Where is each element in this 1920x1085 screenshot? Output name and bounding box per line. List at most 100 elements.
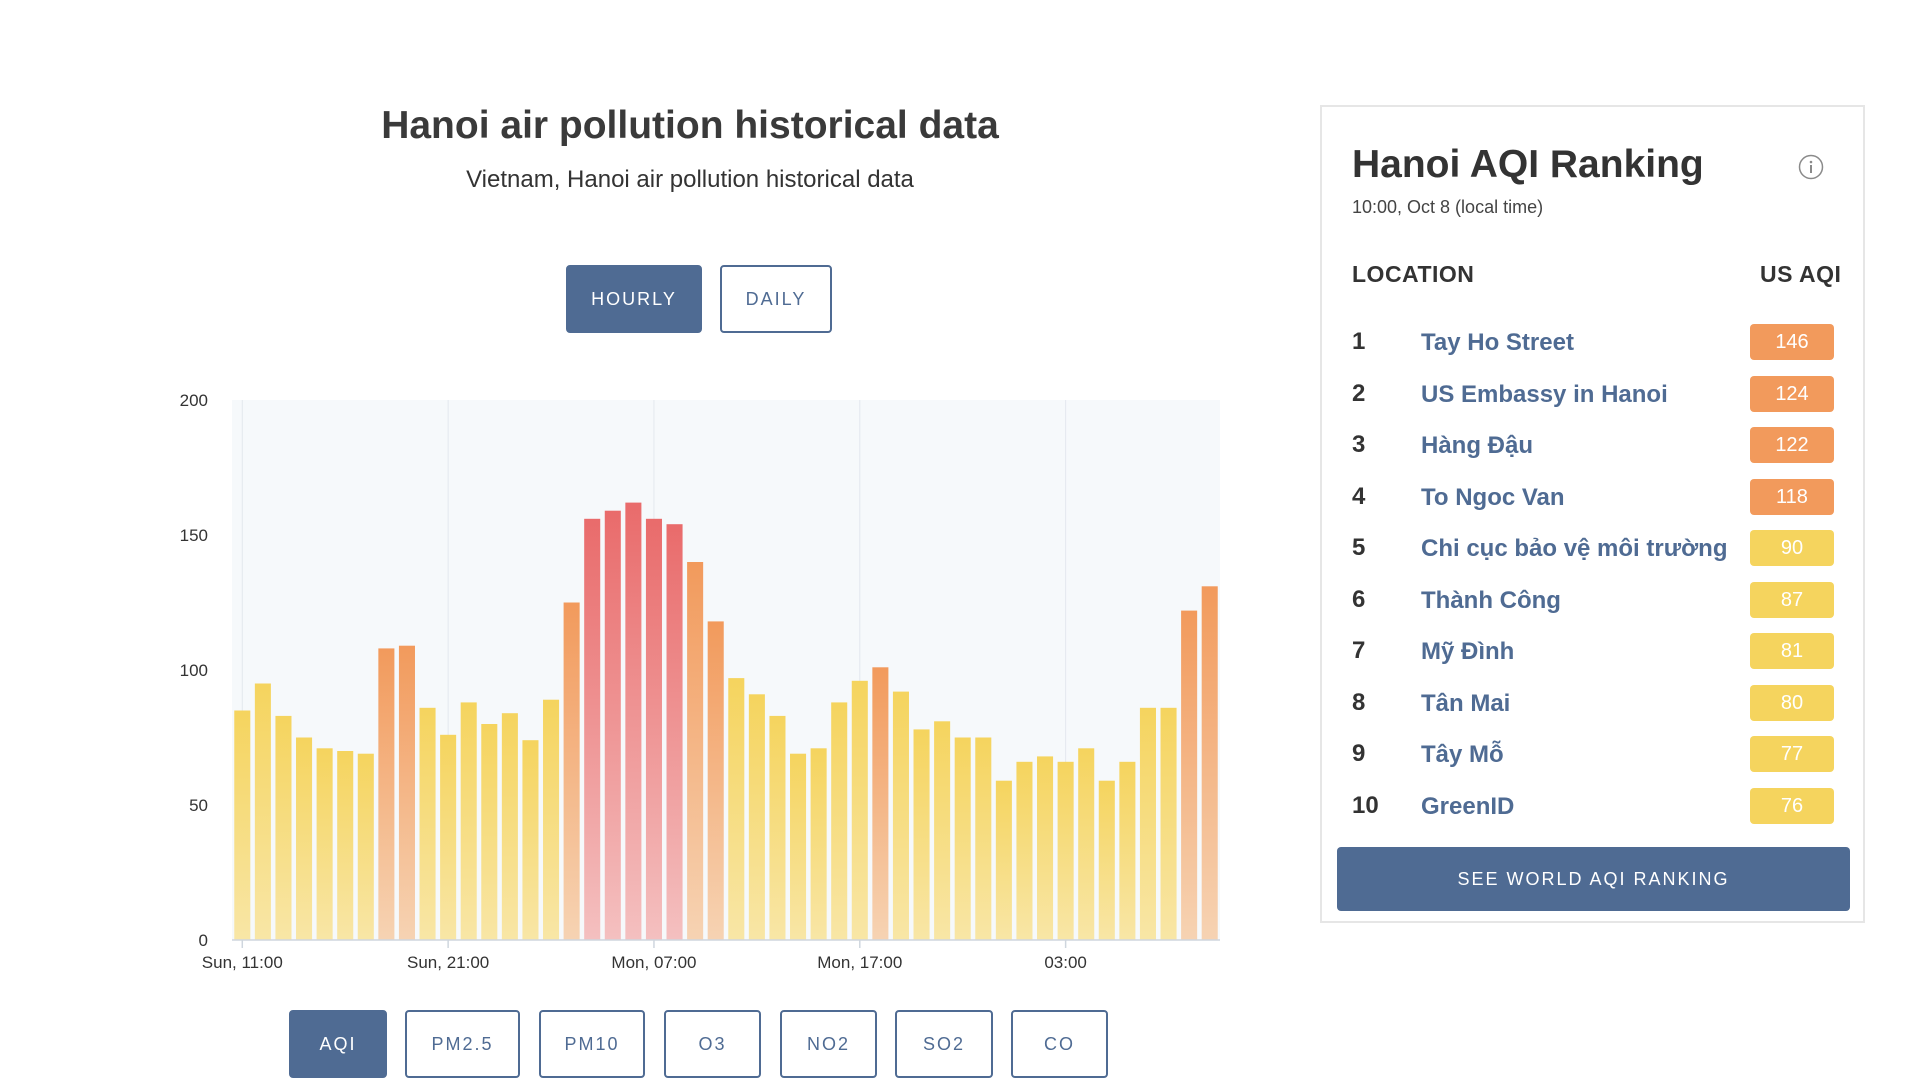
bar — [625, 502, 642, 940]
bar — [790, 753, 807, 940]
pollutant-co-button[interactable]: CO — [1011, 1010, 1108, 1078]
bar — [316, 748, 333, 940]
rank-location-link[interactable]: Tây Mỗ — [1421, 741, 1504, 769]
bar — [707, 621, 724, 940]
aqi-badge: 124 — [1750, 375, 1834, 412]
bar — [584, 518, 601, 940]
bar — [275, 715, 292, 940]
pollutant-so2-button[interactable]: SO2 — [895, 1010, 993, 1078]
ranking-timestamp: 10:00, Oct 8 (local time) — [1352, 197, 1544, 217]
x-tick-label: Mon, 07:00 — [611, 953, 696, 972]
bar — [892, 691, 909, 940]
bar — [728, 678, 745, 940]
ranking-row[interactable]: 10 GreenID 76 — [1352, 784, 1834, 834]
pollutant-pm25-button[interactable]: PM2.5 — [405, 1010, 520, 1078]
aqi-badge: 118 — [1750, 478, 1834, 515]
rank-location-link[interactable]: Thành Công — [1421, 587, 1561, 615]
rank-number: 10 — [1352, 791, 1379, 819]
bar — [1139, 707, 1156, 940]
rank-location-link[interactable]: Tân Mai — [1421, 690, 1510, 718]
hourly-button[interactable]: HOURLY — [566, 265, 702, 333]
ranking-row[interactable]: 1 Tay Ho Street 146 — [1352, 320, 1834, 370]
ranking-row[interactable]: 2 US Embassy in Hanoi 124 — [1352, 372, 1834, 422]
bar — [378, 648, 395, 940]
info-icon[interactable] — [1798, 154, 1824, 180]
bar — [357, 753, 374, 940]
bar — [522, 740, 539, 940]
bar — [687, 562, 704, 940]
ranking-row[interactable]: 6 Thành Công 87 — [1352, 578, 1834, 628]
rank-location-link[interactable]: Mỹ Đình — [1421, 638, 1514, 666]
rank-location-link[interactable]: US Embassy in Hanoi — [1421, 381, 1668, 409]
bar — [1078, 748, 1095, 940]
x-tick-label: 03:00 — [1044, 953, 1087, 972]
rank-number: 6 — [1352, 585, 1366, 613]
bar — [481, 724, 498, 940]
bar — [934, 721, 951, 940]
bar — [543, 699, 560, 940]
bar — [954, 737, 971, 940]
ranking-row[interactable]: 7 Mỹ Đình 81 — [1352, 629, 1834, 679]
bar — [1201, 586, 1218, 940]
bar — [296, 737, 313, 940]
y-tick-label: 100 — [180, 661, 208, 680]
bar — [337, 751, 354, 940]
pollutant-o3-button[interactable]: O3 — [664, 1010, 761, 1078]
pollutant-no2-button[interactable]: NO2 — [780, 1010, 877, 1078]
rank-location-link[interactable]: Chi cục bảo vệ môi trường — [1421, 535, 1727, 563]
rank-location-link[interactable]: Tay Ho Street — [1421, 329, 1574, 357]
bar — [254, 683, 271, 940]
ranking-row[interactable]: 5 Chi cục bảo vệ môi trường 90 — [1352, 526, 1834, 576]
y-tick-label: 150 — [180, 526, 208, 545]
bar — [460, 702, 477, 940]
ranking-row[interactable]: 4 To Ngoc Van 118 — [1352, 475, 1834, 525]
bar — [604, 510, 621, 940]
page-subtitle: Vietnam, Hanoi air pollution historical … — [466, 166, 914, 193]
bar — [872, 667, 889, 940]
rank-number: 9 — [1352, 740, 1366, 767]
bar — [440, 734, 457, 940]
bar — [645, 518, 662, 940]
bar — [769, 715, 786, 940]
aqi-badge: 87 — [1750, 581, 1834, 618]
rank-number: 4 — [1352, 482, 1366, 510]
rank-number: 7 — [1352, 637, 1366, 664]
ranking-row[interactable]: 9 Tây Mỗ 77 — [1352, 732, 1834, 782]
bar — [1098, 780, 1115, 940]
pollutant-aqi-button[interactable]: AQI — [289, 1010, 387, 1078]
rank-location-link[interactable]: To Ngoc Van — [1421, 484, 1565, 512]
bar — [748, 694, 765, 940]
aqi-badge: 122 — [1750, 427, 1834, 463]
ranking-row[interactable]: 3 Hàng Đậu 122 — [1352, 423, 1834, 473]
bar — [995, 780, 1012, 940]
pollutant-pm10-button[interactable]: PM10 — [539, 1010, 645, 1078]
bar — [851, 680, 868, 940]
x-tick-label: Sun, 21:00 — [407, 953, 489, 972]
see-world-ranking-button[interactable]: SEE WORLD AQI RANKING — [1337, 847, 1850, 911]
bar — [1037, 756, 1054, 940]
bar — [1181, 610, 1198, 940]
bar — [913, 729, 930, 940]
aqi-badge: 146 — [1750, 324, 1834, 360]
aqi-badge: 80 — [1750, 684, 1834, 721]
bar — [666, 524, 683, 940]
ranking-row[interactable]: 8 Tân Mai 80 — [1352, 681, 1834, 731]
bar — [1119, 761, 1136, 940]
rank-location-link[interactable]: Hàng Đậu — [1421, 432, 1533, 460]
bar — [1057, 761, 1074, 940]
y-tick-label: 0 — [199, 931, 208, 950]
aqi-badge: 77 — [1750, 736, 1834, 772]
daily-button[interactable]: DAILY — [720, 265, 832, 333]
aqi-badge: 90 — [1750, 530, 1834, 566]
aqi-badge: 76 — [1750, 787, 1834, 824]
y-tick-label: 200 — [180, 391, 208, 410]
bar — [234, 710, 251, 940]
rank-number: 1 — [1352, 328, 1366, 355]
bar — [419, 707, 436, 940]
rank-number: 2 — [1352, 379, 1366, 407]
rank-location-link[interactable]: GreenID — [1421, 793, 1514, 821]
rank-number: 5 — [1352, 534, 1366, 561]
ranking-title: Hanoi AQI Ranking — [1352, 143, 1704, 186]
rank-number: 3 — [1352, 431, 1366, 458]
bar — [1016, 761, 1033, 940]
